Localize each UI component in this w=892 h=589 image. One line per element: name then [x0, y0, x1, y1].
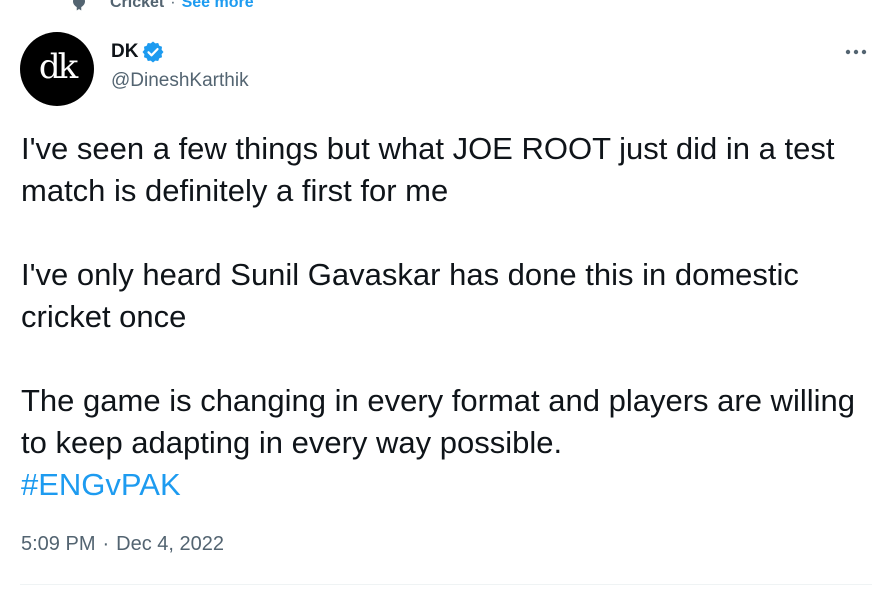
author-name-row: DK [111, 40, 249, 64]
tweet-timestamp-row: 5:09 PM · Dec 4, 2022 [21, 533, 224, 556]
tweet-date[interactable]: Dec 4, 2022 [116, 533, 224, 556]
topic-icon [70, 0, 88, 12]
tweet-page: Cricket · See more dk DK @DineshKarthik … [0, 0, 892, 589]
tweet-paragraph-3: The game is changing in every format and… [21, 383, 855, 460]
divider [20, 584, 872, 585]
author-handle[interactable]: @DineshKarthik [111, 70, 249, 92]
author-block: DK @DineshKarthik [111, 40, 249, 92]
tweet-text: I've seen a few things but what JOE ROOT… [21, 128, 883, 506]
hashtag-link[interactable]: #ENGvPAK [21, 467, 181, 502]
see-more-link[interactable]: See more [182, 0, 254, 12]
topic-context-row: Cricket · See more [70, 0, 254, 14]
topic-separator: · [170, 0, 176, 11]
timestamp-separator: · [102, 533, 110, 555]
avatar[interactable]: dk [20, 32, 94, 106]
more-options-button[interactable] [838, 38, 874, 66]
topic-name[interactable]: Cricket [110, 0, 164, 12]
tweet-time[interactable]: 5:09 PM [21, 533, 95, 556]
verified-badge-icon [141, 40, 165, 64]
author-display-name[interactable]: DK [111, 41, 138, 63]
avatar-logo: dk [38, 47, 78, 87]
tweet-paragraph-1: I've seen a few things but what JOE ROOT… [21, 131, 835, 208]
tweet-paragraph-2: I've only heard Sunil Gavaskar has done … [21, 257, 799, 334]
more-horizontal-icon [845, 49, 867, 55]
